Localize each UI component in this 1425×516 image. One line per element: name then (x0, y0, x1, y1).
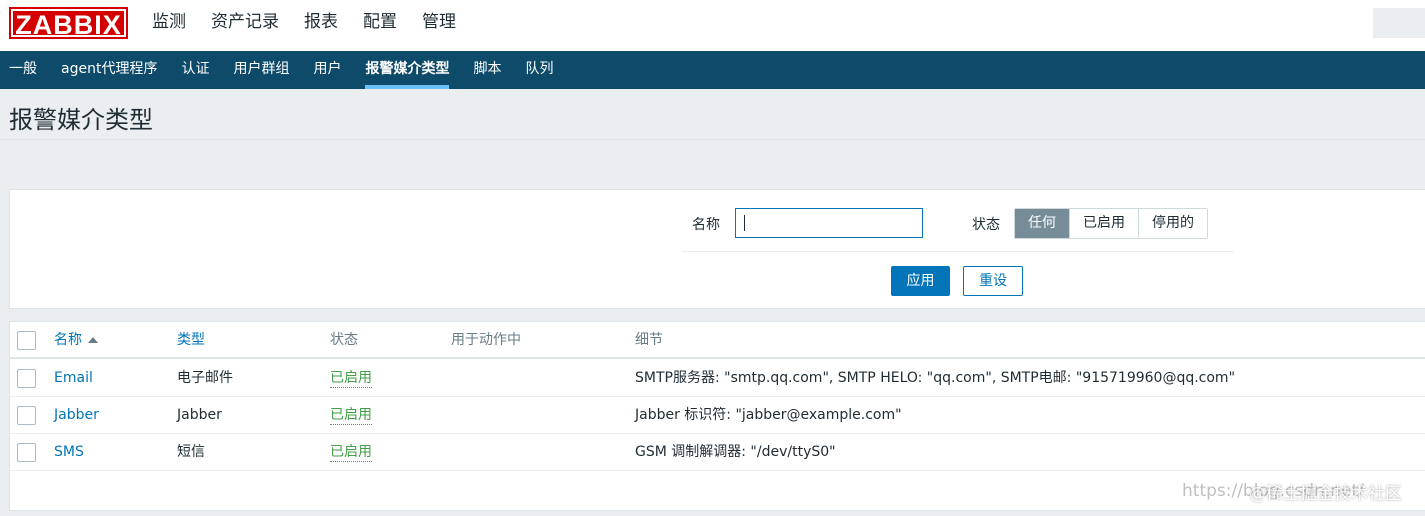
table-row: Email 电子邮件 已启用 SMTP服务器: "smtp.qq.com", S… (10, 360, 1425, 397)
name-filter-input[interactable] (735, 208, 923, 238)
table-row: SMS 短信 已启用 GSM 调制解调器: "/dev/ttyS0" (10, 434, 1425, 471)
subnav-item-authentication[interactable]: 认证 (181, 51, 209, 89)
main-nav-administration[interactable]: 管理 (422, 0, 456, 58)
select-all-checkbox[interactable] (17, 331, 36, 350)
status-enabled-link[interactable]: 已启用 (330, 369, 372, 388)
status-filter-label: 状态 (972, 217, 1000, 233)
text-cursor (744, 215, 745, 231)
zabbix-logo[interactable]: ZABBIX (9, 7, 128, 40)
row-checkbox[interactable] (17, 406, 36, 425)
media-type-type: Jabber (177, 407, 222, 423)
subnav-item-users[interactable]: 用户 (313, 51, 341, 89)
media-type-name-link[interactable]: SMS (54, 434, 84, 470)
page-title: 报警媒介类型 (9, 106, 153, 134)
media-type-details: Jabber 标识符: "jabber@example.com" (635, 407, 902, 423)
status-enabled-link[interactable]: 已启用 (330, 443, 372, 462)
main-nav: 监测 资产记录 报表 配置 管理 (152, 0, 481, 58)
name-filter-label: 名称 (692, 217, 720, 233)
sort-ascending-icon (88, 337, 98, 343)
status-option-any[interactable]: 任何 (1015, 209, 1070, 238)
table-header-row: 名称 类型 状态 用于动作中 细节 (10, 322, 1425, 359)
media-type-type: 电子邮件 (177, 370, 233, 386)
subnav-item-proxies[interactable]: agent代理程序 (61, 51, 157, 89)
apply-button[interactable]: 应用 (891, 266, 950, 296)
filter-divider (682, 251, 1234, 252)
main-nav-monitoring[interactable]: 监测 (152, 0, 186, 51)
filter-panel: 名称 状态 任何 已启用 停用的 应用 重设 (9, 189, 1425, 309)
media-type-name-link[interactable]: Jabber (54, 397, 99, 433)
row-checkbox[interactable] (17, 369, 36, 388)
media-type-name-link[interactable]: Email (54, 360, 93, 396)
subnav-item-user-groups[interactable]: 用户群组 (233, 51, 289, 89)
column-header-details: 细节 (635, 332, 663, 348)
column-header-name[interactable]: 名称 (54, 322, 98, 358)
top-header: ZABBIX 监测 资产记录 报表 配置 管理 (0, 0, 1425, 58)
column-header-type[interactable]: 类型 (177, 322, 205, 358)
column-header-name-label: 名称 (54, 332, 82, 348)
row-checkbox[interactable] (17, 443, 36, 462)
column-header-status: 状态 (330, 332, 358, 348)
status-option-disabled[interactable]: 停用的 (1139, 209, 1207, 238)
subnav-item-scripts[interactable]: 脚本 (473, 51, 501, 89)
table-row: Jabber Jabber 已启用 Jabber 标识符: "jabber@ex… (10, 397, 1425, 434)
main-nav-reports[interactable]: 报表 (304, 0, 338, 51)
search-box-partial[interactable] (1373, 8, 1425, 38)
status-filter-segmented: 任何 已启用 停用的 (1014, 208, 1208, 239)
status-option-enabled[interactable]: 已启用 (1070, 209, 1139, 238)
status-enabled-link[interactable]: 已启用 (330, 406, 372, 425)
watermark-overlay: @稀土掘金技术社区 (1249, 479, 1402, 504)
column-header-used-in-actions: 用于动作中 (451, 332, 521, 348)
main-nav-inventory[interactable]: 资产记录 (211, 0, 279, 51)
subnav-item-media-types[interactable]: 报警媒介类型 (365, 51, 450, 89)
media-type-details: SMTP服务器: "smtp.qq.com", SMTP HELO: "qq.c… (635, 370, 1236, 386)
watermark-overlay-text: @稀土掘金技术社区 (1249, 484, 1402, 504)
media-type-status-cell: 已启用 (330, 360, 372, 396)
subnav-item-queue[interactable]: 队列 (525, 51, 553, 89)
main-nav-configuration[interactable]: 配置 (363, 0, 397, 51)
subnav-item-general[interactable]: 一般 (9, 51, 37, 89)
title-divider (0, 139, 1425, 140)
media-type-details: GSM 调制解调器: "/dev/ttyS0" (635, 444, 836, 460)
reset-button[interactable]: 重设 (963, 266, 1023, 296)
media-type-type: 短信 (177, 444, 205, 460)
media-type-status-cell: 已启用 (330, 397, 372, 433)
media-type-status-cell: 已启用 (330, 434, 372, 470)
sub-nav: 一般 agent代理程序 认证 用户群组 用户 报警媒介类型 脚本 队列 (0, 51, 1425, 89)
